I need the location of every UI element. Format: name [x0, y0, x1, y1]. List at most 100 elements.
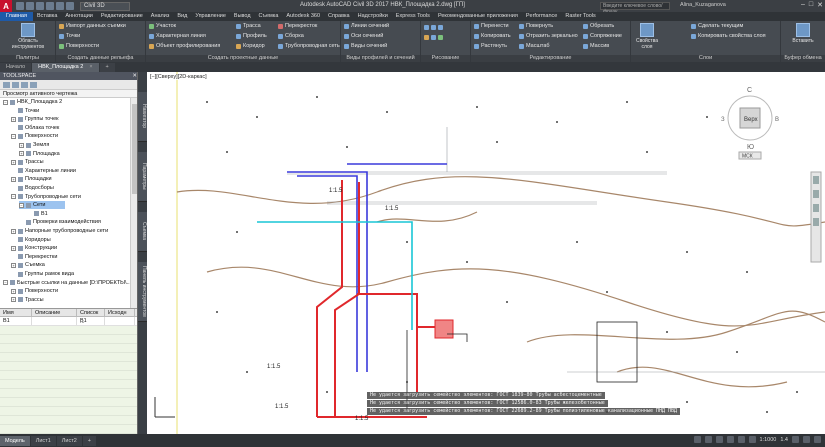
profile-button[interactable]: Профиль	[236, 33, 267, 39]
table-row[interactable]: В1 В1	[0, 317, 137, 326]
snap-icon[interactable]	[715, 436, 723, 443]
mirror-button[interactable]: Отразить зеркально	[519, 33, 578, 39]
workspace-icon[interactable]	[792, 436, 799, 443]
section-views-button[interactable]: Виды сечений	[344, 43, 387, 49]
viewcube-east[interactable]: В	[775, 117, 779, 123]
ribbon-tab-a360[interactable]: Autodesk 360	[282, 12, 324, 21]
collapse-icon[interactable]: −	[19, 202, 24, 208]
tree-node[interactable]: Точки	[11, 107, 39, 115]
assembly-button[interactable]: Сборка	[278, 33, 304, 39]
parcel-button[interactable]: Участок	[149, 23, 176, 29]
app-menu-button[interactable]: A	[0, 0, 12, 12]
tree-node[interactable]: Характерные линии	[11, 167, 76, 175]
intersection-button[interactable]: Перекресток	[278, 23, 317, 29]
tree-node[interactable]: Проверки взаимодействия	[19, 218, 101, 226]
draw-tools-2[interactable]	[424, 35, 443, 40]
polar-icon[interactable]	[737, 436, 745, 443]
vtab-settings[interactable]: Параметры	[138, 152, 147, 202]
ribbon-tab-home[interactable]: Главная	[0, 12, 33, 21]
section-axes-button[interactable]: Оси сечений	[344, 33, 383, 39]
tree-node[interactable]: + Площадки	[11, 175, 52, 183]
viewcube-west[interactable]: З	[721, 117, 725, 123]
tree-node[interactable]: + Трассы	[11, 296, 44, 304]
osnap-icon[interactable]	[748, 436, 756, 443]
expand-icon[interactable]: +	[11, 245, 16, 251]
prospector-icon[interactable]	[3, 81, 10, 88]
expand-icon[interactable]: +	[19, 142, 24, 148]
ribbon-tab-survey[interactable]: Съемка	[255, 12, 283, 21]
expand-icon[interactable]: +	[11, 288, 16, 294]
tree-node[interactable]: + Площадка	[19, 150, 60, 158]
pan-icon[interactable]	[813, 190, 819, 198]
tree-node[interactable]: − Быстрые ссылки на данные [D:\ПРОЕКТЫ\..…	[3, 279, 131, 287]
zoom-icon[interactable]	[813, 204, 819, 212]
layout-tab-sheet1[interactable]: Лист1	[30, 435, 56, 446]
open-file-icon[interactable]	[26, 2, 34, 10]
survey-icon[interactable]	[21, 81, 28, 88]
move-button[interactable]: Перенести	[474, 23, 509, 29]
surfaces-button[interactable]: Поверхности	[59, 43, 99, 49]
expand-icon[interactable]: +	[11, 297, 16, 303]
import-survey-button[interactable]: Импорт данных съемки	[59, 23, 126, 29]
redo-icon[interactable]	[66, 2, 74, 10]
tree-node[interactable]: Коридоры	[11, 236, 51, 244]
tree-node[interactable]: В1	[27, 210, 48, 218]
new-tab-button[interactable]: +	[99, 63, 115, 72]
layer-current-button[interactable]: Сделать текущим	[691, 23, 743, 29]
tree-node[interactable]: Перекрестки	[11, 253, 57, 261]
vtab-toolbox[interactable]: Панель инструментов	[138, 262, 147, 322]
settings-icon[interactable]	[12, 81, 19, 88]
close-tab-icon[interactable]: ×	[89, 64, 92, 70]
ribbon-tab-modify[interactable]: Редактирование	[97, 12, 147, 21]
model-space-icon[interactable]	[693, 436, 701, 443]
sample-lines-button[interactable]: Линии сечений	[344, 23, 389, 29]
vtab-navigator[interactable]: Навигатор	[138, 92, 147, 142]
expand-icon[interactable]: +	[11, 176, 16, 182]
annotation-scale[interactable]: 1:1000	[760, 437, 777, 443]
ribbon-tab-performance[interactable]: Performance	[522, 12, 562, 21]
tree-scrollbar[interactable]	[130, 98, 137, 308]
scale-button[interactable]: Масштаб	[519, 43, 550, 49]
tree-node[interactable]: + Земля	[19, 141, 49, 149]
points-button[interactable]: Точки	[59, 33, 80, 39]
collapse-icon[interactable]: −	[3, 99, 8, 105]
layout-tab-sheet2[interactable]: Лист2	[56, 435, 82, 446]
layer-properties-button[interactable]: Свойства слоя	[634, 23, 660, 50]
col-list[interactable]: Список ...	[77, 309, 105, 325]
new-layout-button[interactable]: +	[82, 435, 96, 446]
grading-button[interactable]: Объект профилирования	[149, 43, 220, 49]
col-name[interactable]: Имя	[0, 309, 32, 316]
layout-tab-model[interactable]: Модель	[0, 435, 30, 446]
col-description[interactable]: Описание	[32, 309, 77, 316]
maximize-icon[interactable]: □	[809, 1, 813, 9]
tree-node[interactable]: + Группы точек	[11, 115, 59, 123]
expand-icon[interactable]: +	[11, 116, 16, 122]
wheel-icon[interactable]	[813, 176, 819, 184]
tree-node[interactable]: + Напорные трубопроводные сети	[11, 227, 108, 235]
copy-button[interactable]: Копировать	[474, 33, 511, 39]
tree-node[interactable]: + Конструкции	[11, 244, 57, 252]
orbit-icon[interactable]	[813, 218, 819, 226]
expand-icon[interactable]: +	[11, 159, 16, 165]
featureline-button[interactable]: Характерная линия	[149, 33, 206, 39]
collapse-icon[interactable]: −	[3, 280, 8, 286]
doc-tab-drawing[interactable]: НВК_Площадка 2 ×	[32, 63, 99, 72]
viewcube-south[interactable]: Ю	[747, 144, 754, 151]
ribbon-tab-express[interactable]: Express Tools	[392, 12, 434, 21]
stretch-button[interactable]: Растянуть	[474, 43, 507, 49]
trim-button[interactable]: Обрезать	[583, 23, 614, 29]
ribbon-tab-annotate[interactable]: Аннотации	[61, 12, 97, 21]
ribbon-tab-manage[interactable]: Управление	[191, 12, 230, 21]
view-select[interactable]: Просмотр активного чертежа	[0, 90, 137, 98]
viewcube-north[interactable]: С	[747, 87, 752, 94]
vtab-survey[interactable]: Съемка	[138, 212, 147, 252]
toolbox-icon[interactable]	[30, 81, 37, 88]
rotate-button[interactable]: Повернуть	[519, 23, 553, 29]
customize-icon[interactable]	[814, 436, 821, 443]
user-account[interactable]: Alina_Kuzaganova	[680, 2, 726, 8]
tree-node[interactable]: Группы рамок вида	[11, 270, 74, 278]
tree-node[interactable]: − НВК_Площадка 2	[3, 98, 62, 106]
minimize-icon[interactable]: –	[801, 1, 805, 9]
drawing-canvas[interactable]: 1:1.5 1:1.5 1:1.5 1:1.5 1:1.5 Верх С Ю З…	[147, 72, 825, 434]
ribbon-tab-analyze[interactable]: Анализ	[147, 12, 174, 21]
